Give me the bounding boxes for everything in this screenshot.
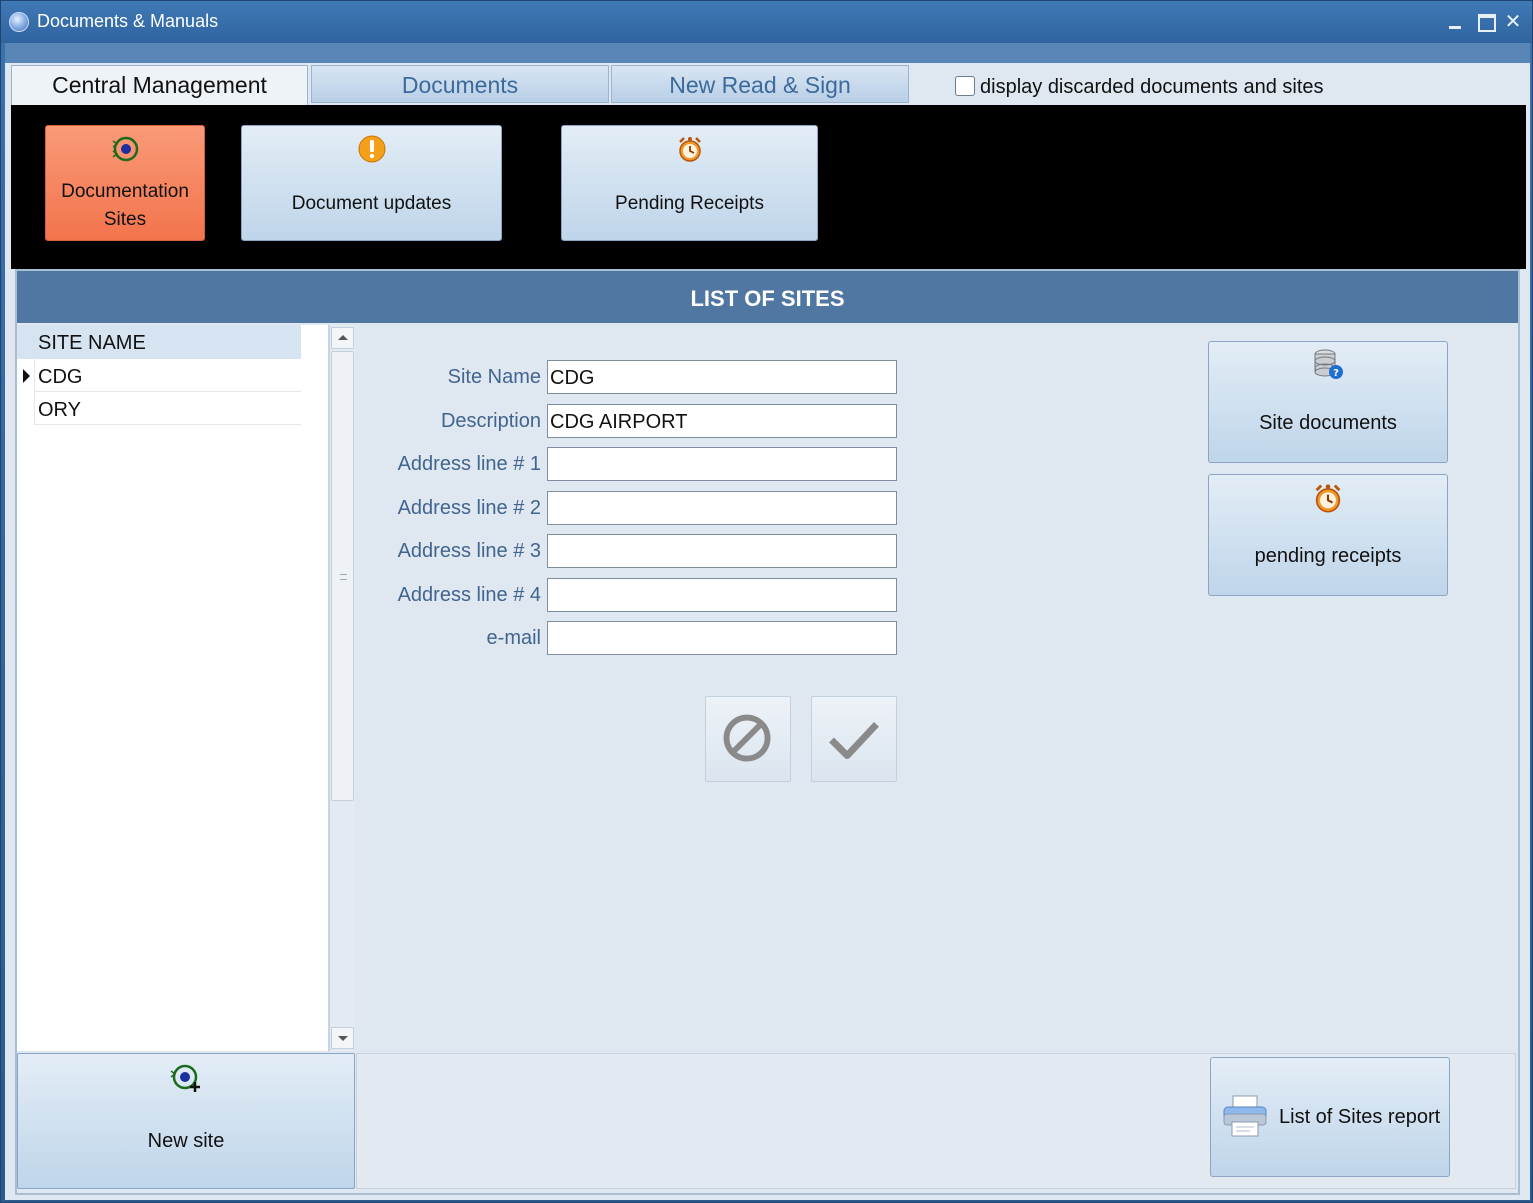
printer-icon [1223,1095,1267,1137]
table-row[interactable]: ORY [35,392,301,425]
address-line-1-label: Address line # 1 [397,453,541,475]
address-line-3-input[interactable] [547,534,897,568]
grid-scrollbar[interactable] [329,325,355,1051]
window-title: Documents & Manuals [37,11,219,31]
pending-receipts-button[interactable]: Pending Receipts [561,125,818,241]
tab-new-read-sign[interactable]: New Read & Sign [611,65,909,103]
current-row-arrow-icon [23,369,30,383]
new-site-label: New site [147,1130,225,1152]
grid-corner [17,325,35,359]
tab-documents[interactable]: Documents [311,65,609,103]
title-subbar [5,43,1530,63]
tab-central-management[interactable]: Central Management [11,65,308,105]
title-bar[interactable]: Documents & Manuals ✕ [1,1,1532,43]
address-line-2-input[interactable] [547,491,897,525]
description-label: Description [440,410,541,432]
app-globe-icon [9,12,29,32]
alarm-clock-icon [1315,484,1341,513]
scroll-grip-icon [340,574,347,580]
cancel-icon [723,714,771,762]
maximize-button[interactable] [1473,9,1497,33]
pending-receipts-side-label: pending receipts [1254,545,1402,567]
documentation-sites-label-1: Documentation [61,181,189,202]
scroll-thumb[interactable] [331,351,354,801]
address-line-4-label: Address line # 4 [397,584,541,606]
email-label: e-mail [486,627,541,649]
row-header[interactable] [17,359,35,392]
list-of-sites-panel: LIST OF SITES SITE NAME CDG ORY Site Nam… [15,269,1520,1195]
address-line-1-input[interactable] [547,447,897,481]
documentation-sites-label-2: Sites [103,209,147,230]
minimize-button[interactable] [1443,9,1467,33]
address-line-4-input[interactable] [547,578,897,612]
column-header-site-name[interactable]: SITE NAME [35,325,301,359]
row-header[interactable] [17,392,35,425]
site-documents-button[interactable]: ? Site documents [1208,341,1448,463]
new-site-button[interactable]: New site [17,1053,355,1189]
add-site-icon [170,1064,200,1092]
site-documents-label: Site documents [1259,412,1397,434]
list-of-sites-report-button[interactable]: List of Sites report [1210,1057,1450,1177]
discarded-checkbox-label[interactable]: display discarded documents and sites [980,76,1324,99]
svg-text:?: ? [1333,368,1339,379]
site-name-input[interactable]: CDG [547,360,897,394]
address-line-2-label: Address line # 2 [397,497,541,519]
list-of-sites-report-label: List of Sites report [1279,1106,1441,1128]
checkmark-icon [829,722,879,760]
scroll-down-arrow-icon[interactable] [331,1027,354,1049]
sites-grid[interactable]: SITE NAME CDG ORY [17,325,329,1051]
database-help-icon: ? [1314,349,1343,379]
site-target-icon [112,136,139,162]
address-line-3-label: Address line # 3 [397,540,541,562]
document-updates-button[interactable]: Document updates [241,125,502,241]
warning-icon [358,135,385,163]
table-row[interactable]: CDG [35,359,301,392]
close-button[interactable]: ✕ [1501,9,1525,33]
description-input[interactable]: CDG AIRPORT [547,404,897,438]
app-window: Documents & Manuals ✕ Central Management… [0,0,1533,1203]
pending-receipts-label: Pending Receipts [615,193,764,214]
alarm-clock-icon [678,137,701,162]
email-input[interactable] [547,621,897,655]
pending-receipts-side-button[interactable]: pending receipts [1208,474,1448,596]
document-updates-label: Document updates [291,193,452,214]
confirm-button[interactable] [811,696,897,782]
site-name-label: Site Name [447,366,541,388]
discarded-checkbox[interactable] [955,76,975,96]
cancel-button[interactable] [705,696,791,782]
panel-title: LIST OF SITES [17,271,1518,323]
documentation-sites-button[interactable]: Documentation Sites [45,125,205,241]
ribbon-toolbar: Documentation Sites Document updates Pen… [11,105,1526,269]
client-area: Central Management Documents New Read & … [5,63,1530,1200]
scroll-up-arrow-icon[interactable] [331,327,354,349]
